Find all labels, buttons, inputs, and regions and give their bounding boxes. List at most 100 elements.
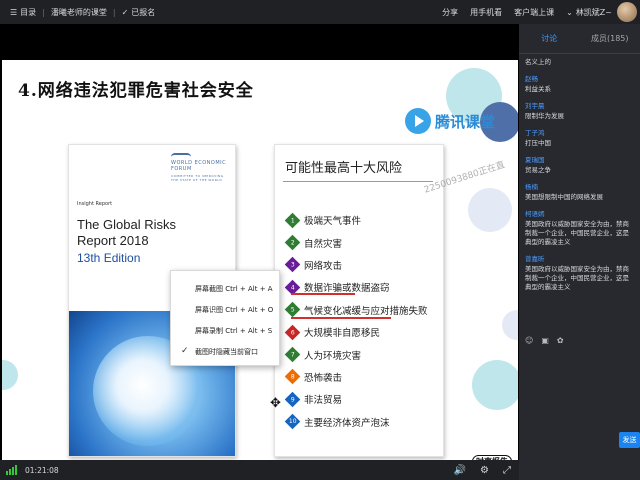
context-menu-item[interactable]: ✓ 截图时隐藏当前窗口	[171, 341, 279, 362]
chat-message: 曾嘉昕 美国政府以威胁国家安全为由，禁商制裁一个企业，中国民营企业，这是典型的霸凌…	[525, 253, 634, 292]
tab-members[interactable]: 成员(185)	[580, 24, 640, 53]
fullscreen-icon[interactable]: ⤢	[503, 465, 511, 476]
risk-number-badge: 3	[284, 257, 301, 273]
settings-icon[interactable]: ⚙	[480, 465, 489, 476]
chat-sidebar: 讨论 成员(185) 名义上的 赵畅 利益关系 刘宇晨 限制华为发展 丁子鸿 打压中国 夏瑞国…	[519, 24, 640, 480]
signal-icon	[6, 465, 17, 475]
send-button[interactable]: 发送	[619, 432, 640, 448]
risk-number-badge: 6	[284, 324, 301, 340]
risk-item: 1 极端天气事件	[284, 209, 428, 231]
decor-bubble	[468, 188, 512, 232]
slide: 4.网络违法犯罪危害社会安全 腾讯课堂 WORLD ECONOMIC FORUM…	[2, 60, 518, 471]
report-title-line1: The Global Risks	[77, 217, 176, 232]
menu-label: 目录	[20, 7, 37, 17]
menu-button[interactable]: ☰ 目录	[10, 7, 36, 18]
message-author[interactable]: 刘宇晨	[525, 100, 634, 110]
tencent-classroom-logo: 腾讯课堂	[405, 108, 495, 134]
message-author[interactable]: 曾嘉昕	[525, 253, 634, 263]
red-underline	[291, 317, 391, 319]
volume-icon[interactable]: 🔊	[454, 465, 466, 476]
phone-view-button[interactable]: 用手机看	[470, 7, 502, 18]
enrolled-label: 已报名	[131, 7, 156, 17]
menu-icon: ☰	[10, 7, 18, 17]
risk-list: 1 极端天气事件 2 自然灾害 3 网络攻击 4 数据诈骗或数据盗窃 5 气候变化减缓与应对措施失…	[284, 209, 428, 433]
risk-item: 7 人为环境灾害	[284, 343, 428, 365]
client-button[interactable]: 客户端上课	[514, 7, 554, 18]
risk-item: 2 自然灾害	[284, 231, 428, 253]
chat-message: 丁子鸿 打压中国	[525, 127, 634, 148]
red-underline	[291, 293, 355, 295]
chat-message: 赵畅 利益关系	[525, 73, 634, 94]
play-icon	[405, 108, 431, 134]
risk-label: 气候变化减缓与应对措施失败	[304, 305, 428, 317]
message-author[interactable]: 赵畅	[525, 73, 634, 83]
share-button[interactable]: 分享	[442, 7, 458, 18]
risk-label: 恐怖袭击	[304, 372, 343, 384]
top-bar: ☰ 目录 | 潘曦老师的课堂 | ✓ 已报名 分享 用手机看 客户端上课 ⌄ 林…	[0, 0, 640, 24]
insight-label: Insight Report	[77, 201, 113, 207]
message-author[interactable]: 夏瑞国	[525, 154, 634, 164]
wef-tagline: COMMITTED TO IMPROVING THE STATE OF THE …	[171, 174, 224, 182]
message-text: 利益关系	[525, 85, 551, 93]
risk-number-badge: 1	[284, 212, 301, 228]
risk-label: 自然灾害	[304, 238, 343, 250]
emoji-icon[interactable]: ☺	[525, 336, 533, 345]
context-menu-item[interactable]: 屏幕识图 Ctrl + Alt + O	[171, 299, 279, 320]
app-window: ☰ 目录 | 潘曦老师的课堂 | ✓ 已报名 分享 用手机看 客户端上课 ⌄ 林…	[0, 0, 640, 480]
divider: |	[42, 7, 45, 17]
course-name[interactable]: 潘曦老师的课堂	[51, 7, 107, 18]
context-menu-item[interactable]: 屏幕录制 Ctrl + Alt + S	[171, 320, 279, 341]
report-title-line2: Report 2018	[77, 233, 149, 248]
risk-number-badge: 8	[284, 369, 301, 385]
flower-icon[interactable]: ✿	[557, 336, 564, 345]
risk-item: 9 非法贸易	[284, 388, 428, 410]
user-menu[interactable]: ⌄ 林凯斌Z~	[566, 7, 612, 18]
chevron-down-icon: ⌄	[566, 7, 573, 17]
elapsed-time: 01:21:08	[25, 465, 59, 475]
context-menu-label: 截图时隐藏当前窗口	[195, 347, 258, 356]
message-text: 美国想限制中国的网络发展	[525, 193, 603, 201]
risk-number-badge: 2	[284, 234, 301, 251]
message-text: 美国政府以威胁国家安全为由，禁商制裁一个企业，中国民营企业，这是典型的霸凌主义	[525, 220, 629, 246]
report-title: The Global Risks Report 2018	[77, 217, 176, 249]
risk-item: 10 主要经济体资产泡沫	[284, 411, 428, 433]
decor-bubble	[2, 360, 18, 390]
decor-bubble	[472, 360, 518, 410]
risk-label: 大规模非自愿移民	[304, 328, 381, 340]
message-text: 限制华为发展	[525, 112, 564, 120]
image-icon[interactable]: ▣	[541, 336, 549, 345]
risk-label: 人为环境灾害	[304, 350, 362, 362]
chat-message: 夏瑞国 贸易之争	[525, 154, 634, 175]
avatar[interactable]	[617, 2, 637, 22]
message-author[interactable]: 柯语嫣	[525, 208, 634, 218]
risk-number-badge: 7	[284, 346, 301, 363]
wef-text: WORLD ECONOMIC FORUM	[171, 160, 227, 172]
risk-item: 3 网络攻击	[284, 254, 428, 276]
chat-message: 刘宇晨 限制华为发展	[525, 100, 634, 121]
message-author[interactable]: 丁子鸿	[525, 127, 634, 137]
slide-title: 4.网络违法犯罪危害社会安全	[18, 81, 254, 101]
report-edition: 13th Edition	[77, 251, 141, 265]
risk-label: 主要经济体资产泡沫	[304, 417, 390, 429]
context-menu-label: 屏幕截图 Ctrl + Alt + A	[195, 284, 273, 293]
risk-label: 非法贸易	[304, 395, 343, 407]
risk-title: 可能性最高十大风险	[285, 161, 403, 176]
context-menu-item[interactable]: 屏幕截图 Ctrl + Alt + A	[171, 278, 279, 299]
chat-message: 杨楠美国想限制中国的网络发展	[525, 181, 634, 202]
context-menu: 屏幕截图 Ctrl + Alt + A 屏幕识图 Ctrl + Alt + O 屏幕…	[170, 270, 280, 366]
message-list[interactable]: 名义上的赵畅利益关系刘宇晨限制华为发展丁子鸿 打压中国 夏瑞国 贸易之争杨楠美国想限制…	[519, 54, 640, 302]
message-text: 名义上的	[525, 58, 551, 66]
divider	[283, 181, 433, 182]
risk-panel: 可能性最高十大风险 1 极端天气事件 2 自然灾害 3 网络攻击 4 数据诈骗或数据盗窃 5 气候…	[274, 144, 444, 457]
tab-discussion[interactable]: 讨论	[519, 24, 580, 53]
message-author[interactable]: 杨楠	[525, 181, 634, 191]
context-menu-label: 屏幕识图 Ctrl + Alt + O	[195, 305, 274, 314]
logo-text: 腾讯课堂	[435, 112, 496, 131]
risk-number-badge: 5	[284, 301, 301, 318]
risk-number-badge: 10	[284, 413, 301, 430]
chat-message: 柯语嫣美国政府以威胁国家安全为由，禁商制裁一个企业，中国民营企业，这是典型的霸凌…	[525, 208, 634, 247]
risk-label: 极端天气事件	[304, 216, 362, 228]
video-area[interactable]: 4.网络违法犯罪危害社会安全 腾讯课堂 WORLD ECONOMIC FORUM…	[0, 24, 519, 471]
risk-item: 6 大规模非自愿移民	[284, 321, 428, 343]
check-icon: ✓	[181, 346, 189, 356]
